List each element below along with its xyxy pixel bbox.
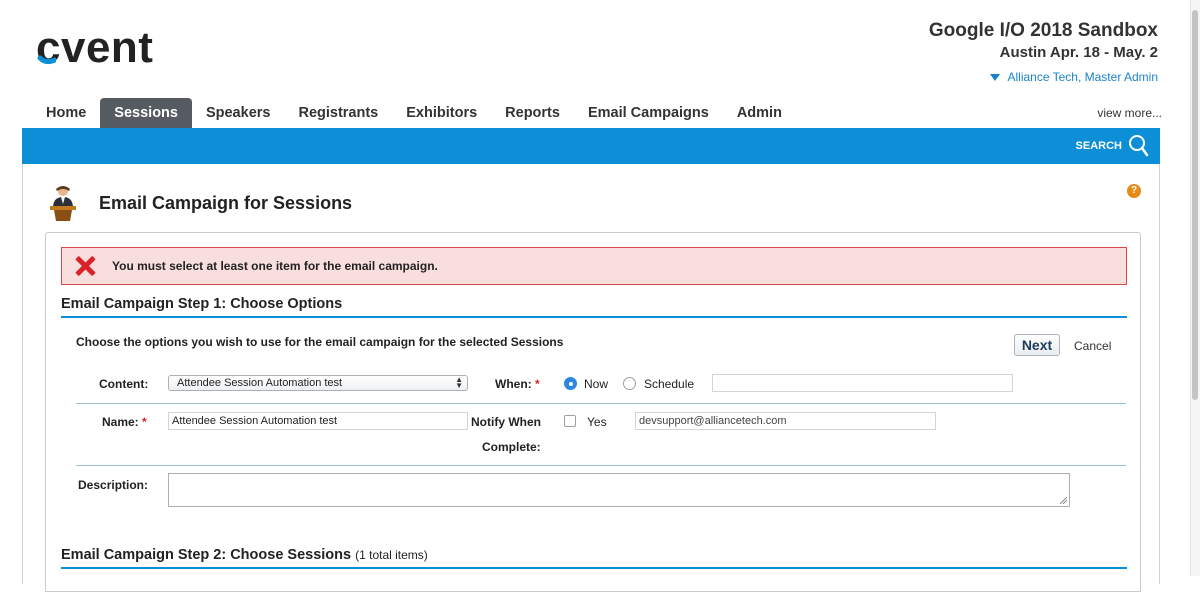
content-label: Content: xyxy=(99,377,149,391)
campaign-form: You must select at least one item for th… xyxy=(45,232,1141,592)
view-more-link[interactable]: view more... xyxy=(1097,106,1162,120)
tab-registrants[interactable]: Registrants xyxy=(284,98,392,128)
schedule-input[interactable] xyxy=(712,374,1013,392)
event-title: Google I/O 2018 Sandbox xyxy=(928,20,1158,41)
tab-email-campaigns[interactable]: Email Campaigns xyxy=(574,98,723,128)
event-dates: Austin Apr. 18 - May. 2 xyxy=(999,44,1158,61)
notify-label: Notify When xyxy=(471,415,541,429)
step1-title: Email Campaign Step 1: Choose Options xyxy=(61,296,1127,318)
when-schedule-label: Schedule xyxy=(644,377,695,391)
step1-instructions: Choose the options you wish to use for t… xyxy=(76,335,564,349)
content-select-value: Attendee Session Automation test xyxy=(177,377,343,389)
content-select[interactable]: Attendee Session Automation test ▲ ▼ xyxy=(168,375,468,391)
main-panel: Email Campaign for Sessions ? You must s… xyxy=(22,164,1160,592)
select-arrows-icon: ▲ ▼ xyxy=(455,375,463,390)
tab-reports[interactable]: Reports xyxy=(491,98,574,128)
description-label: Description: xyxy=(78,478,149,492)
search-button[interactable]: SEARCH xyxy=(1076,134,1150,158)
error-icon xyxy=(74,255,96,277)
search-bar: SEARCH xyxy=(22,128,1160,164)
search-label: SEARCH xyxy=(1075,140,1122,152)
error-text: You must select at least one item for th… xyxy=(112,259,438,273)
page-header: Email Campaign for Sessions xyxy=(47,184,352,222)
resize-handle-icon[interactable] xyxy=(1059,496,1067,504)
tab-speakers[interactable]: Speakers xyxy=(192,98,285,128)
name-input[interactable]: Attendee Session Automation test xyxy=(168,412,468,430)
tab-exhibitors[interactable]: Exhibitors xyxy=(392,98,491,128)
required-mark: * xyxy=(142,415,147,429)
account-menu[interactable]: Alliance Tech, Master Admin xyxy=(929,68,1158,86)
when-now-radio[interactable] xyxy=(564,377,577,390)
event-info: Google I/O 2018 Sandbox Austin Apr. 18 -… xyxy=(929,20,1158,86)
form-divider xyxy=(76,403,1126,404)
name-label: Name: * xyxy=(102,415,147,429)
form-divider xyxy=(76,465,1126,466)
next-button[interactable]: Next xyxy=(1014,334,1060,356)
scrollbar-thumb[interactable] xyxy=(1192,10,1198,400)
description-textarea[interactable] xyxy=(168,473,1070,507)
when-schedule-radio[interactable] xyxy=(623,377,636,390)
when-label-text: When: xyxy=(495,377,532,391)
step1-title-text: Email Campaign Step 1: Choose Options xyxy=(61,296,343,312)
when-now-label: Now xyxy=(584,377,609,391)
step2-count: (1 total items) xyxy=(355,548,428,562)
cancel-link[interactable]: Cancel xyxy=(1074,339,1111,353)
notify-yes-label: Yes xyxy=(587,415,607,429)
error-message: You must select at least one item for th… xyxy=(61,247,1127,285)
required-mark: * xyxy=(535,377,540,391)
logo-swoosh-icon xyxy=(37,55,56,65)
caret-down-icon xyxy=(990,73,1001,81)
when-label: When: * xyxy=(495,377,540,391)
main-nav: Home Sessions Speakers Registrants Exhib… xyxy=(32,98,796,128)
tab-home[interactable]: Home xyxy=(32,98,100,128)
cvent-logo[interactable]: cvent xyxy=(36,26,153,70)
page-title: Email Campaign for Sessions xyxy=(99,192,353,213)
step2-title: Email Campaign Step 2: Choose Sessions (… xyxy=(61,547,1127,569)
tab-sessions[interactable]: Sessions xyxy=(100,98,192,128)
search-icon xyxy=(1129,135,1149,157)
notify-yes-checkbox[interactable] xyxy=(564,415,576,427)
notify-email-input[interactable]: devsupport@alliancetech.com xyxy=(635,412,936,430)
page-scrollbar[interactable] xyxy=(1190,0,1200,576)
tab-admin[interactable]: Admin xyxy=(723,98,796,128)
step2-title-text: Email Campaign Step 2: Choose Sessions xyxy=(61,547,352,563)
help-icon[interactable]: ? xyxy=(1127,184,1141,198)
speaker-podium-icon xyxy=(50,186,76,221)
name-label-text: Name: xyxy=(102,415,139,429)
notify-label-complete: Complete: xyxy=(482,440,541,454)
account-name: Alliance Tech, Master Admin xyxy=(1007,70,1158,84)
